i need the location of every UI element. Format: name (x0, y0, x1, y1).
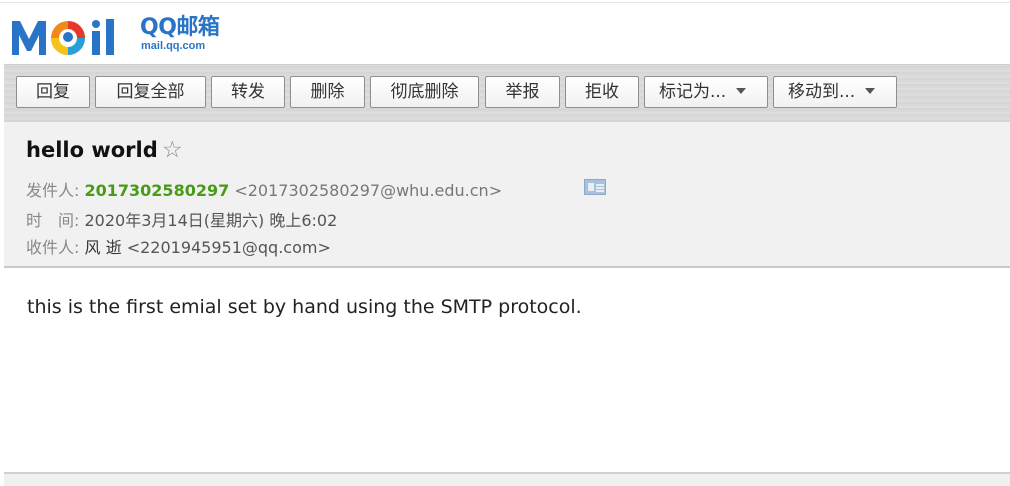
email-body: this is the first emial set by hand usin… (27, 296, 582, 318)
delete-button[interactable]: 删除 (290, 76, 365, 108)
move-to-dropdown[interactable]: 移动到... (773, 76, 897, 108)
time-row: 时 间: 2020年3月14日(星期六) 晚上6:02 (26, 207, 337, 231)
recipient-label: 收件人: (26, 238, 80, 257)
contact-card-icon[interactable] (584, 179, 606, 195)
bottom-bar (4, 474, 1010, 486)
recipient-name[interactable]: 风 逝 (85, 238, 122, 257)
logo-bar: QQ邮箱 mail.qq.com (0, 3, 1010, 63)
qq-mail-logo (12, 19, 114, 55)
sender-row: 发件人: 2017302580297 <2017302580297@whu.ed… (26, 177, 502, 201)
sender-label: 发件人: (26, 181, 80, 200)
move-to-label: 移动到... (788, 82, 856, 102)
email-subject: hello world (26, 138, 158, 162)
mail-toolbar: 回复 回复全部 转发 删除 彻底删除 举报 拒收 标记为... 移动到... (4, 64, 1010, 123)
report-button[interactable]: 举报 (485, 76, 560, 108)
time-value: 2020年3月14日(星期六) 晚上6:02 (84, 211, 338, 230)
logo-brand: QQ邮箱 (140, 15, 220, 40)
mark-as-label: 标记为... (659, 82, 727, 102)
reply-all-button[interactable]: 回复全部 (95, 76, 206, 108)
forward-button[interactable]: 转发 (211, 76, 285, 108)
recipient-row: 收件人: 风 逝 <2201945951@qq.com> (26, 234, 331, 258)
chevron-down-icon (736, 88, 747, 94)
reject-button[interactable]: 拒收 (565, 76, 639, 108)
logo-text: QQ邮箱 mail.qq.com (140, 15, 220, 53)
reply-button[interactable]: 回复 (16, 76, 90, 108)
email-header: hello world ☆ 发件人: 2017302580297 <201730… (4, 122, 1010, 268)
star-icon[interactable]: ☆ (162, 137, 183, 163)
recipient-address: <2201945951@qq.com> (126, 238, 331, 257)
sender-name[interactable]: 2017302580297 (85, 181, 230, 200)
sender-address: <2017302580297@whu.edu.cn> (234, 181, 503, 200)
chevron-down-icon (865, 88, 876, 94)
delete-permanently-button[interactable]: 彻底删除 (370, 76, 479, 108)
time-label: 时 间: (26, 211, 80, 230)
mark-as-dropdown[interactable]: 标记为... (644, 76, 768, 108)
logo-domain: mail.qq.com (141, 40, 206, 52)
